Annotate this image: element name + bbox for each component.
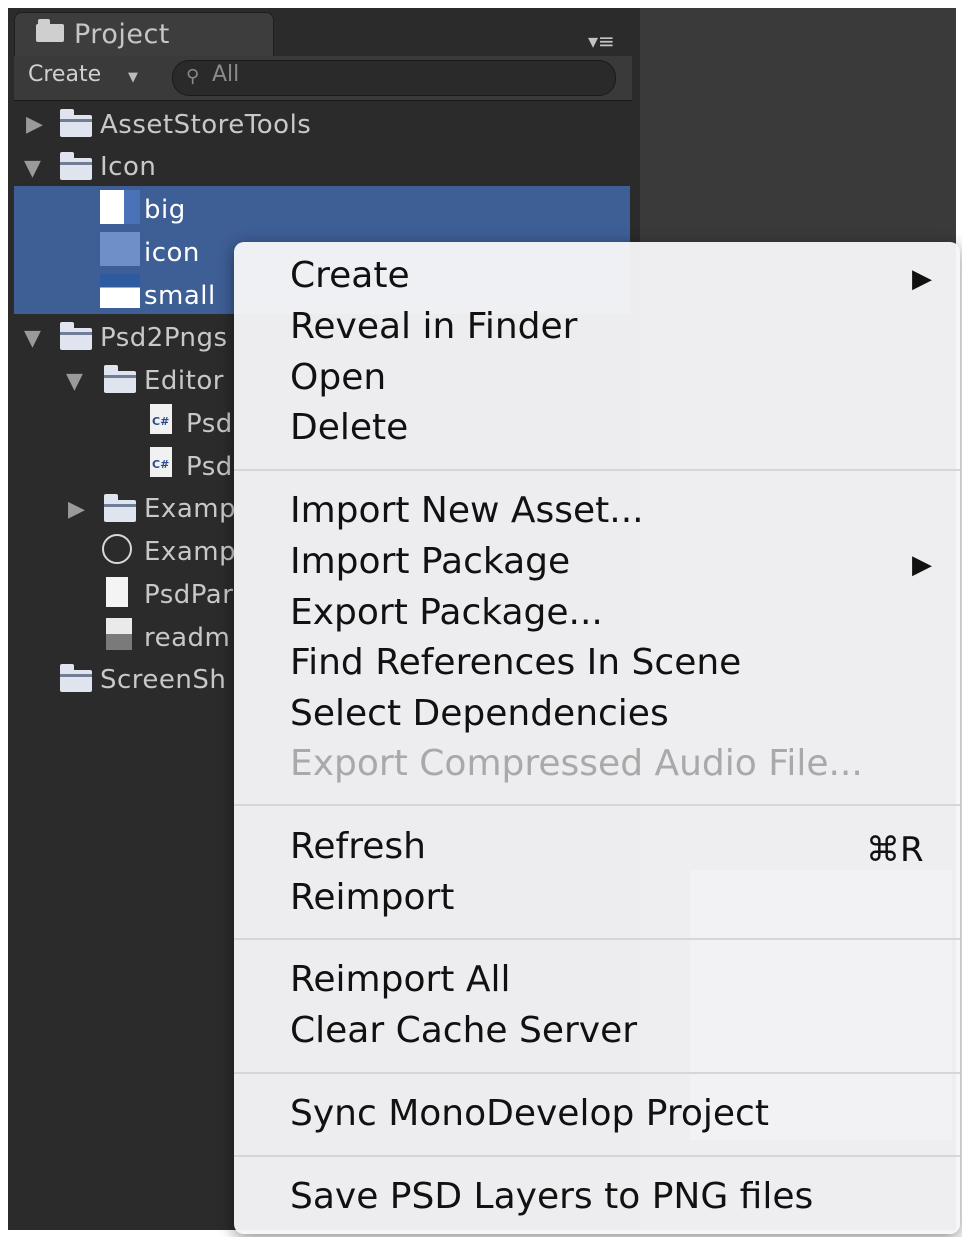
search-placeholder: All	[212, 62, 240, 87]
menu-item-export-package[interactable]: Export Package...	[290, 595, 603, 631]
folder-icon	[60, 152, 92, 180]
menu-item-sync-monodevelop[interactable]: Sync MonoDevelop Project	[290, 1096, 769, 1132]
search-icon: ⚲	[186, 66, 200, 87]
tree-item-big[interactable]: big	[144, 195, 186, 225]
create-dropdown[interactable]: Create	[28, 62, 101, 87]
tree-item-readme[interactable]: readm	[144, 623, 230, 653]
folder-icon	[60, 322, 92, 350]
file-icon	[106, 577, 128, 607]
tree-item-script[interactable]: Psd	[186, 409, 233, 439]
image-file-icon	[106, 618, 132, 650]
image-thumbnail-icon	[100, 232, 140, 266]
tree-item-icon[interactable]: Icon	[100, 152, 156, 182]
collapse-arrow-icon[interactable]: ▼	[66, 369, 83, 394]
menu-item-save-psd-layers[interactable]: Save PSD Layers to PNG files	[290, 1179, 813, 1215]
collapse-arrow-icon[interactable]: ▼	[24, 326, 41, 351]
menu-item-find-references[interactable]: Find References In Scene	[290, 645, 741, 681]
csharp-script-icon: C#	[150, 404, 172, 434]
menu-item-open[interactable]: Open	[290, 360, 386, 396]
tree-item-small[interactable]: small	[144, 281, 216, 311]
menu-item-import-package[interactable]: Import Package	[290, 544, 570, 580]
tree-item-script[interactable]: Psd	[186, 452, 233, 482]
refresh-shortcut: ⌘R	[866, 830, 924, 870]
menu-separator	[234, 469, 960, 471]
unity-scene-icon	[102, 534, 132, 564]
folder-icon	[36, 19, 64, 42]
tree-item-icon-file[interactable]: icon	[144, 238, 200, 268]
tree-item-assetstoretools[interactable]: AssetStoreTools	[100, 110, 311, 140]
folder-icon	[104, 494, 136, 522]
menu-item-select-dependencies[interactable]: Select Dependencies	[290, 696, 669, 732]
tree-item-psdparser[interactable]: PsdPar	[144, 580, 233, 610]
submenu-arrow-icon: ▶	[912, 264, 932, 294]
tree-item-screenshots[interactable]: ScreenSh	[100, 665, 226, 695]
tree-item-example-folder[interactable]: Examp	[144, 494, 236, 524]
menu-item-import-new-asset[interactable]: Import New Asset...	[290, 493, 644, 529]
tree-item-example-scene[interactable]: Examp	[144, 537, 236, 567]
menu-item-create[interactable]: Create	[290, 258, 410, 294]
menu-item-refresh[interactable]: Refresh	[290, 829, 426, 865]
menu-item-delete[interactable]: Delete	[290, 410, 408, 446]
folder-icon	[104, 365, 136, 393]
menu-item-clear-cache-server[interactable]: Clear Cache Server	[290, 1013, 637, 1049]
tab-title: Project	[74, 19, 170, 50]
menu-separator	[234, 1155, 960, 1157]
menu-item-export-compressed-audio: Export Compressed Audio File...	[290, 743, 863, 784]
menu-separator	[234, 938, 960, 940]
menu-item-reimport-all[interactable]: Reimport All	[290, 962, 510, 998]
expand-arrow-icon[interactable]: ▶	[26, 112, 43, 137]
image-thumbnail-icon	[100, 274, 140, 308]
csharp-script-icon: C#	[150, 447, 172, 477]
menu-separator	[234, 804, 960, 806]
submenu-arrow-icon: ▶	[912, 550, 932, 580]
image-thumbnail-icon	[100, 190, 140, 224]
folder-icon	[60, 109, 92, 137]
chevron-down-icon: ▼	[128, 70, 138, 85]
collapse-arrow-icon[interactable]: ▼	[24, 156, 41, 181]
menu-item-reimport[interactable]: Reimport	[290, 880, 454, 916]
folder-icon	[60, 664, 92, 692]
expand-arrow-icon[interactable]: ▶	[68, 497, 85, 522]
tree-item-editor[interactable]: Editor	[144, 366, 224, 396]
tree-item-psd2pngs[interactable]: Psd2Pngs	[100, 323, 228, 353]
menu-item-reveal-in-finder[interactable]: Reveal in Finder	[290, 309, 577, 345]
tab-menu-icon[interactable]: ▾≡	[588, 29, 615, 53]
menu-separator	[234, 1072, 960, 1074]
